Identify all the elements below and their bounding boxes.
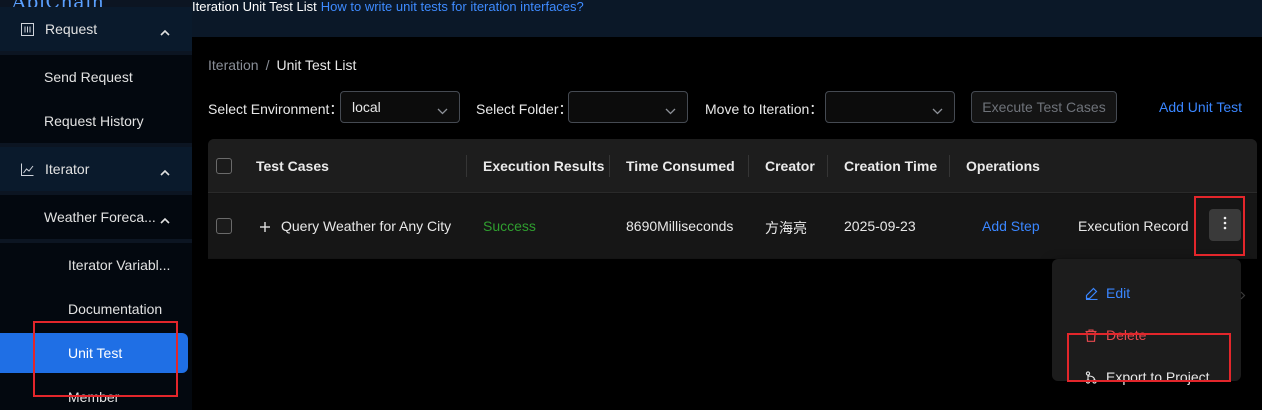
breadcrumb: Iteration / Unit Test List bbox=[208, 57, 356, 73]
top-bar: Iteration Unit Test List How to write uni… bbox=[192, 0, 1262, 37]
sidebar-group-iterator-label: Iterator bbox=[45, 161, 90, 177]
chevron-down-icon bbox=[665, 102, 676, 118]
execution-record-button[interactable]: Execution Record bbox=[1078, 218, 1189, 234]
chevron-down-icon bbox=[437, 102, 448, 118]
table-header: Test Cases Execution Results Time Consum… bbox=[208, 139, 1257, 193]
folder-select[interactable] bbox=[568, 91, 688, 123]
breadcrumb-current: Unit Test List bbox=[276, 57, 357, 73]
chart-line-icon bbox=[20, 162, 34, 176]
menu-item-label: Delete bbox=[1106, 327, 1147, 343]
column-divider bbox=[609, 155, 610, 177]
request-icon bbox=[20, 22, 34, 36]
sidebar-item-documentation[interactable]: Documentation bbox=[0, 287, 192, 331]
column-divider bbox=[949, 155, 950, 177]
branch-icon bbox=[1084, 370, 1098, 384]
sidebar-item-label: Iterator Variabl... bbox=[68, 257, 171, 273]
test-case-name[interactable]: Query Weather for Any City bbox=[281, 218, 451, 234]
menu-item-export-to-project[interactable]: Export to Project bbox=[1084, 369, 1210, 385]
execution-result: Success bbox=[483, 218, 536, 234]
add-step-button[interactable]: Add Step bbox=[982, 218, 1040, 234]
iteration-label: Move to Iteration： bbox=[705, 101, 824, 117]
select-all-checkbox[interactable] bbox=[216, 158, 232, 174]
sidebar-item-label: Send Request bbox=[44, 69, 133, 85]
environment-label: Select Environment： bbox=[208, 101, 344, 117]
column-header-creator: Creator bbox=[765, 158, 815, 174]
sidebar-group-weather[interactable]: Weather Foreca... bbox=[0, 195, 192, 239]
help-link[interactable]: How to write unit tests for iteration in… bbox=[321, 0, 584, 14]
chevron-right-icon bbox=[1240, 287, 1246, 305]
sidebar-item-label: Documentation bbox=[68, 301, 163, 317]
environment-select[interactable]: local bbox=[340, 91, 460, 123]
edit-icon bbox=[1084, 286, 1098, 300]
expand-plus-icon[interactable] bbox=[259, 220, 271, 232]
column-divider bbox=[748, 155, 749, 177]
more-vertical-icon bbox=[1223, 216, 1227, 235]
sidebar-item-unit-test[interactable]: Unit Test bbox=[0, 333, 188, 373]
column-header-time-consumed: Time Consumed bbox=[626, 158, 735, 174]
iteration-select[interactable] bbox=[825, 91, 955, 123]
column-header-operations: Operations bbox=[966, 158, 1040, 174]
sidebar-item-member[interactable]: Member bbox=[0, 375, 192, 410]
column-header-test-cases: Test Cases bbox=[256, 158, 329, 174]
menu-item-label: Edit bbox=[1106, 285, 1131, 301]
chevron-up-icon bbox=[160, 163, 170, 179]
add-unit-test-button[interactable]: Add Unit Test bbox=[1159, 99, 1242, 115]
sidebar: ApiChain Request Send Request Request Hi… bbox=[0, 0, 192, 410]
time-consumed: 8690Milliseconds bbox=[626, 218, 734, 234]
page-title: Iteration Unit Test List bbox=[192, 0, 317, 14]
chevron-up-icon bbox=[160, 211, 170, 227]
creator: 方海亮 bbox=[765, 220, 807, 236]
chevron-down-icon bbox=[932, 102, 943, 118]
column-divider bbox=[827, 155, 828, 177]
sidebar-item-label: Member bbox=[68, 389, 120, 405]
column-header-creation-time: Creation Time bbox=[844, 158, 938, 174]
creation-time: 2025-09-23 bbox=[844, 218, 916, 234]
menu-item-label: Export to Project bbox=[1106, 369, 1210, 385]
sidebar-item-request-history[interactable]: Request History bbox=[0, 99, 192, 143]
column-divider bbox=[466, 155, 467, 177]
column-header-execution-results: Execution Results bbox=[483, 158, 605, 174]
execute-test-cases-button[interactable]: Execute Test Cases bbox=[971, 91, 1117, 123]
more-actions-button[interactable] bbox=[1209, 209, 1241, 241]
chevron-up-icon bbox=[160, 23, 170, 39]
sidebar-group-weather-label: Weather Foreca... bbox=[44, 209, 156, 225]
sidebar-item-label: Unit Test bbox=[68, 345, 123, 361]
menu-item-delete[interactable]: Delete bbox=[1084, 327, 1146, 343]
table-row: Query Weather for Any City Success 8690M… bbox=[208, 194, 1257, 258]
page-header: Iteration Unit Test List How to write uni… bbox=[192, 0, 584, 14]
sidebar-group-iterator[interactable]: Iterator bbox=[0, 147, 192, 191]
breadcrumb-parent[interactable]: Iteration bbox=[208, 57, 259, 73]
row-actions-menu: Edit Delete Export to Project bbox=[1052, 259, 1241, 385]
sidebar-item-send-request[interactable]: Send Request bbox=[0, 55, 192, 99]
sidebar-group-request[interactable]: Request bbox=[0, 7, 192, 51]
menu-item-edit[interactable]: Edit bbox=[1084, 285, 1130, 301]
trash-icon bbox=[1084, 328, 1098, 342]
folder-label: Select Folder： bbox=[476, 101, 573, 117]
environment-select-value: local bbox=[352, 99, 381, 115]
row-checkbox[interactable] bbox=[216, 218, 232, 234]
sidebar-item-label: Request History bbox=[44, 113, 144, 129]
unit-test-table: Test Cases Execution Results Time Consum… bbox=[208, 139, 1257, 259]
main-content: Iteration / Unit Test List Select Environm… bbox=[192, 37, 1262, 410]
breadcrumb-separator: / bbox=[265, 57, 270, 73]
sidebar-item-iterator-variables[interactable]: Iterator Variabl... bbox=[0, 243, 192, 287]
sidebar-group-request-label: Request bbox=[45, 21, 98, 37]
